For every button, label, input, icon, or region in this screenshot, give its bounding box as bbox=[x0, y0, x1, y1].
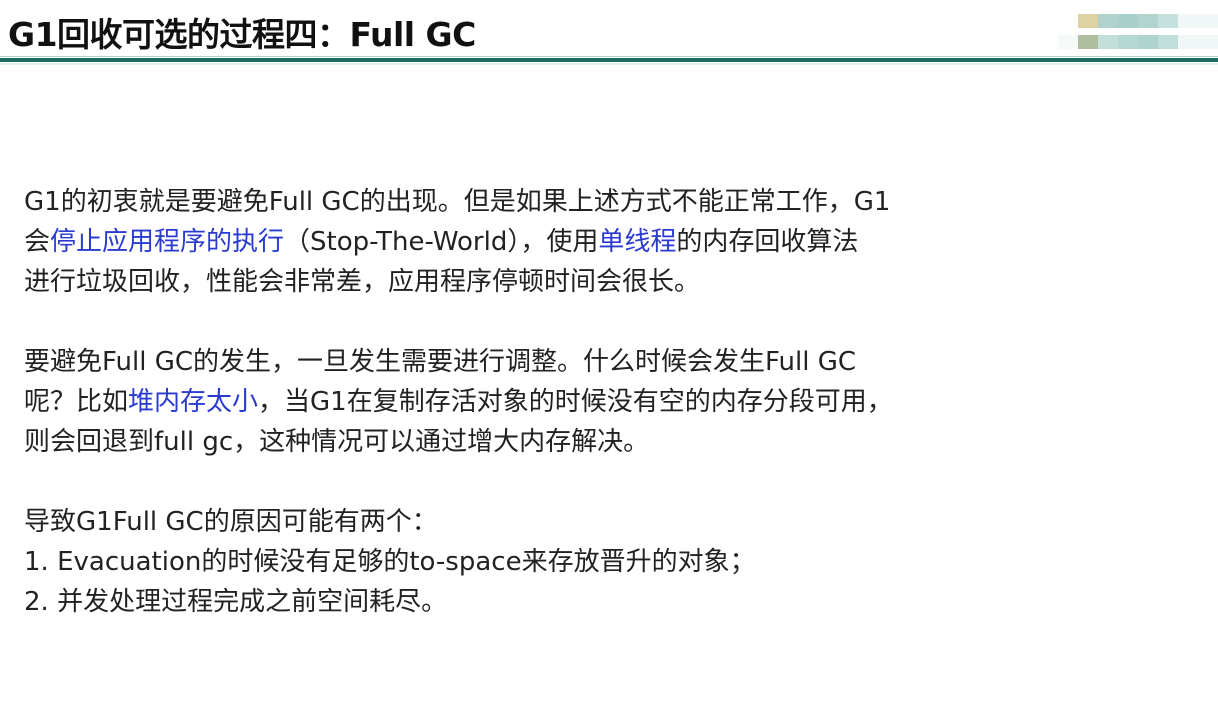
text-line: G1的初衷就是要避免Full GC的出现。但是如果上述方式不能正常工作，G1 bbox=[24, 182, 893, 222]
title-divider bbox=[0, 58, 1218, 62]
text-segment: 导致G1Full GC的原因可能有两个： bbox=[24, 507, 438, 537]
text-line: 导致G1Full GC的原因可能有两个： bbox=[24, 502, 893, 542]
text-segment: 2. 并发处理过程完成之前空间耗尽。 bbox=[24, 587, 448, 617]
blurred-logo bbox=[1058, 14, 1218, 56]
text-line: 2. 并发处理过程完成之前空间耗尽。 bbox=[24, 582, 893, 622]
highlighted-text: 停止应用程序的执行 bbox=[50, 227, 285, 257]
text-segment: 会 bbox=[24, 227, 51, 257]
highlighted-text: 单线程 bbox=[598, 227, 677, 257]
title-divider-light bbox=[0, 56, 1218, 57]
paragraph: 要避免Full GC的发生，一旦发生需要进行调整。什么时候会发生Full GC 呢… bbox=[24, 342, 893, 462]
text-line: 进行垃圾回收，性能会非常差，应用程序停顿时间会很长。 bbox=[24, 262, 893, 302]
text-segment: （Stop-The-World），使用 bbox=[284, 227, 599, 257]
slide-body: G1的初衷就是要避免Full GC的出现。但是如果上述方式不能正常工作，G1 会停… bbox=[24, 182, 893, 622]
text-line: 会停止应用程序的执行（Stop-The-World），使用单线程的内存回收算法 bbox=[24, 222, 893, 262]
paragraph: 导致G1Full GC的原因可能有两个： 1. Evacuation的时候没有足够… bbox=[24, 502, 893, 622]
slide-title: G1回收可选的过程四：Full GC bbox=[8, 15, 476, 54]
highlighted-text: 堆内存太小 bbox=[128, 387, 259, 417]
text-line: 则会回退到full gc，这种情况可以通过增大内存解决。 bbox=[24, 422, 893, 462]
text-segment: 呢？比如 bbox=[24, 387, 129, 417]
text-segment: 要避免Full GC的发生，一旦发生需要进行调整。什么时候会发生Full GC bbox=[24, 347, 857, 377]
text-segment: 的内存回收算法 bbox=[676, 227, 859, 257]
text-segment: ，当G1在复制存活对象的时候没有空的内存分段可用， bbox=[258, 387, 893, 417]
text-line: 呢？比如堆内存太小，当G1在复制存活对象的时候没有空的内存分段可用， bbox=[24, 382, 893, 422]
text-line: 要避免Full GC的发生，一旦发生需要进行调整。什么时候会发生Full GC bbox=[24, 342, 893, 382]
text-segment: 则会回退到full gc，这种情况可以通过增大内存解决。 bbox=[24, 427, 650, 457]
text-segment: 1. Evacuation的时候没有足够的to-space来存放晋升的对象； bbox=[24, 547, 756, 577]
text-segment: 进行垃圾回收，性能会非常差，应用程序停顿时间会很长。 bbox=[24, 267, 701, 297]
title-divider-shadow bbox=[0, 63, 1218, 65]
text-line: 1. Evacuation的时候没有足够的to-space来存放晋升的对象； bbox=[24, 542, 893, 582]
text-segment: G1的初衷就是要避免Full GC的出现。但是如果上述方式不能正常工作，G1 bbox=[24, 187, 891, 217]
paragraph: G1的初衷就是要避免Full GC的出现。但是如果上述方式不能正常工作，G1 会停… bbox=[24, 182, 893, 302]
